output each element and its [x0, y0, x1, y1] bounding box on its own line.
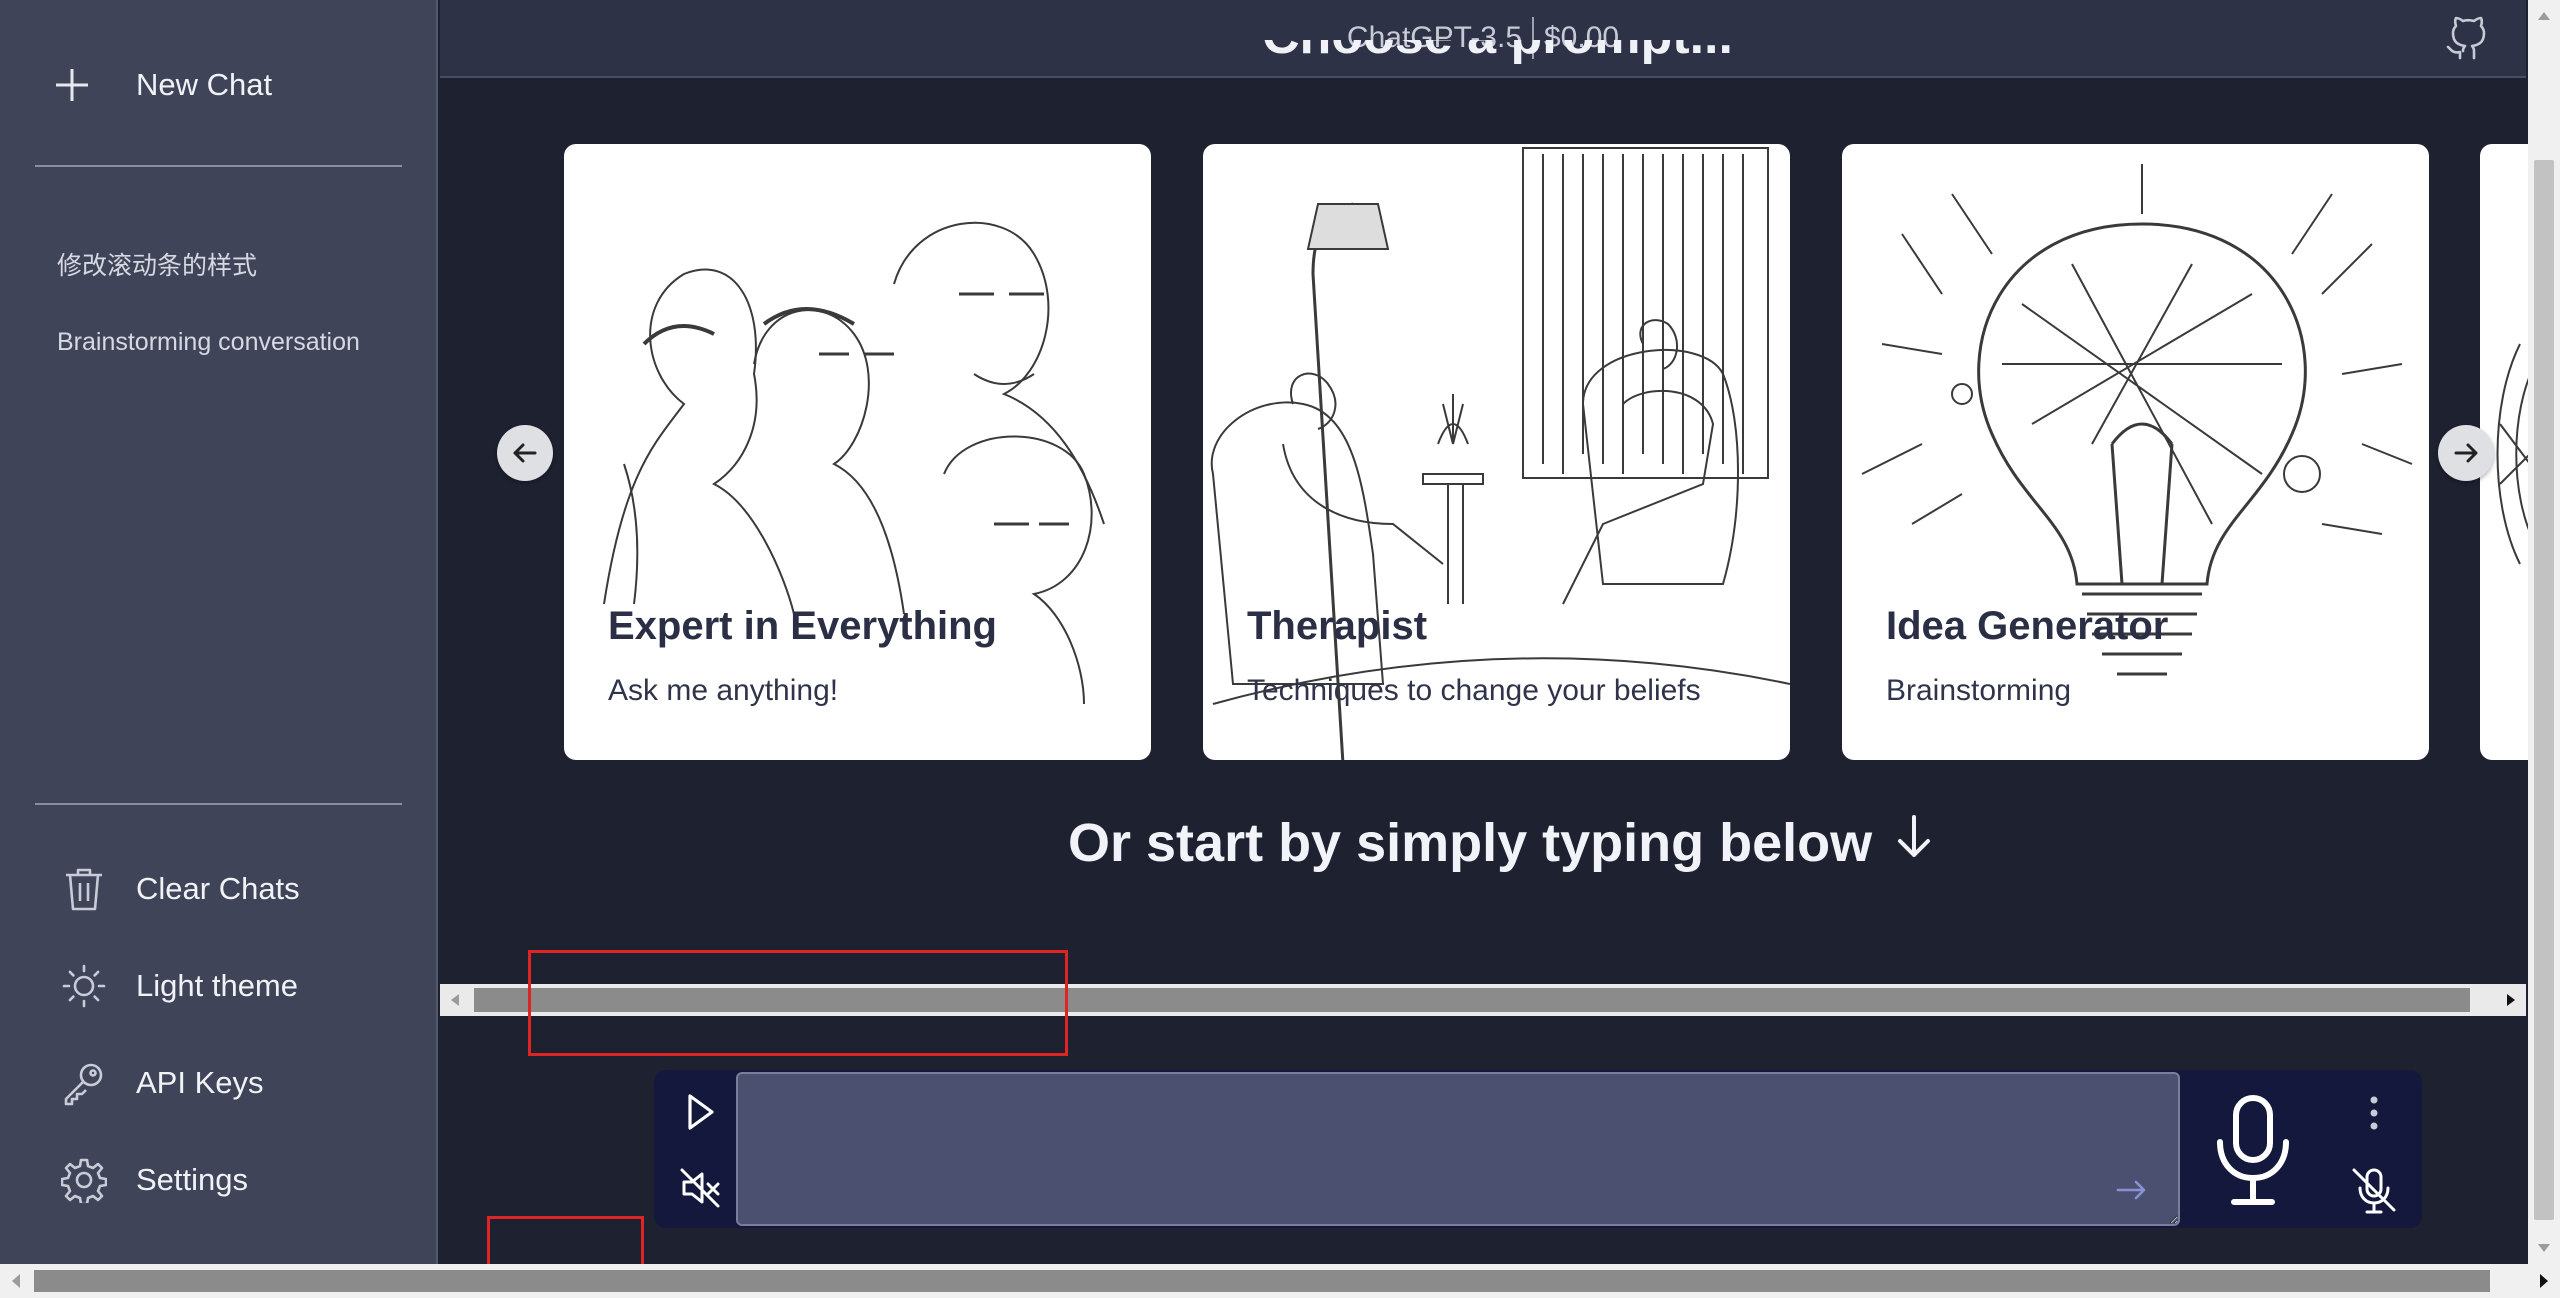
settings-button[interactable]: Settings: [60, 1131, 420, 1228]
settings-label: Settings: [136, 1161, 249, 1197]
clear-chats-label: Clear Chats: [136, 870, 300, 906]
play-icon[interactable]: [676, 1088, 724, 1136]
api-keys-label: API Keys: [136, 1064, 264, 1100]
chat-history-list: 修改滚动条的样式 Brainstorming conversation: [57, 238, 397, 362]
more-options-icon[interactable]: [2356, 1088, 2392, 1138]
sidebar-divider-top: [35, 165, 402, 167]
scroll-left-arrow[interactable]: [440, 984, 470, 1016]
page-horizontal-scrollbar-thumb[interactable]: [34, 1270, 2490, 1292]
page-vertical-scrollbar[interactable]: [2528, 0, 2560, 1264]
clear-chats-button[interactable]: Clear Chats: [60, 840, 420, 937]
microphone-off-icon[interactable]: [2348, 1164, 2400, 1216]
light-theme-button[interactable]: Light theme: [60, 937, 420, 1034]
chat-input-field[interactable]: [736, 1072, 2180, 1226]
sidebar-divider-bottom: [35, 803, 402, 805]
history-item[interactable]: Brainstorming conversation: [57, 322, 397, 362]
arrow-down-icon: [1894, 812, 1934, 874]
api-keys-button[interactable]: API Keys: [60, 1034, 420, 1131]
plus-icon: [52, 55, 112, 115]
card-title: Therapist: [1247, 604, 1428, 648]
annotation-box: [528, 950, 1068, 1056]
sun-icon: [60, 962, 108, 1010]
arrow-right-icon: [2454, 443, 2478, 463]
arrow-left-icon: [513, 443, 537, 463]
page-scroll-right-arrow[interactable]: [2528, 1264, 2560, 1298]
gear-icon: [60, 1156, 108, 1204]
or-start-text: Or start by simply typing below: [1068, 813, 1873, 873]
history-item[interactable]: 修改滚动条的样式: [57, 238, 397, 292]
carousel-next-button[interactable]: [2438, 425, 2494, 481]
card-description: Ask me anything!: [608, 674, 839, 707]
page-scroll-left-arrow[interactable]: [0, 1264, 32, 1298]
card-title: Expert in Everything: [608, 604, 997, 648]
or-start-heading: Or start by simply typing below: [1068, 812, 1934, 874]
experts-illustration: [603, 221, 1105, 705]
prompt-card-idea-generator[interactable]: Idea Generator Brainstorming: [1842, 144, 2429, 760]
carousel-prev-button[interactable]: [497, 425, 553, 481]
prompt-card-therapist[interactable]: Therapist Techniques to change your beli…: [1203, 144, 1790, 760]
speaker-mute-icon[interactable]: [676, 1164, 724, 1212]
scroll-down-arrow[interactable]: [2528, 1234, 2560, 1264]
send-arrow-icon[interactable]: [2114, 1172, 2154, 1212]
card-description: Techniques to change your beliefs: [1247, 674, 1701, 707]
sidebar-menu: Clear Chats Light theme API Keys Setting…: [60, 840, 420, 1228]
github-icon[interactable]: [2442, 14, 2492, 64]
scroll-up-arrow[interactable]: [2528, 0, 2560, 30]
trash-icon: [60, 865, 108, 913]
lightbulb-illustration: [1861, 164, 2413, 676]
new-chat-label: New Chat: [136, 67, 273, 102]
page-vertical-scrollbar-thumb[interactable]: [2534, 160, 2554, 1220]
new-chat-button[interactable]: New Chat: [52, 50, 402, 120]
therapist-illustration: [1210, 147, 1790, 760]
card-title: Idea Generator: [1886, 604, 2169, 648]
page-horizontal-scrollbar[interactable]: [0, 1264, 2560, 1298]
scroll-right-arrow[interactable]: [2496, 984, 2526, 1016]
prompt-card-expert[interactable]: Expert in Everything Ask me anything!: [564, 144, 1151, 760]
microphone-icon[interactable]: [2198, 1090, 2308, 1210]
key-icon: [60, 1059, 108, 1107]
light-theme-label: Light theme: [136, 967, 298, 1003]
chat-input-bar: [654, 1070, 2422, 1228]
sidebar: New Chat 修改滚动条的样式 Brainstorming conversa…: [0, 0, 438, 1264]
choose-prompt-heading: Choose a prompt...: [1262, 40, 1733, 92]
card-description: Brainstorming: [1886, 674, 2072, 707]
